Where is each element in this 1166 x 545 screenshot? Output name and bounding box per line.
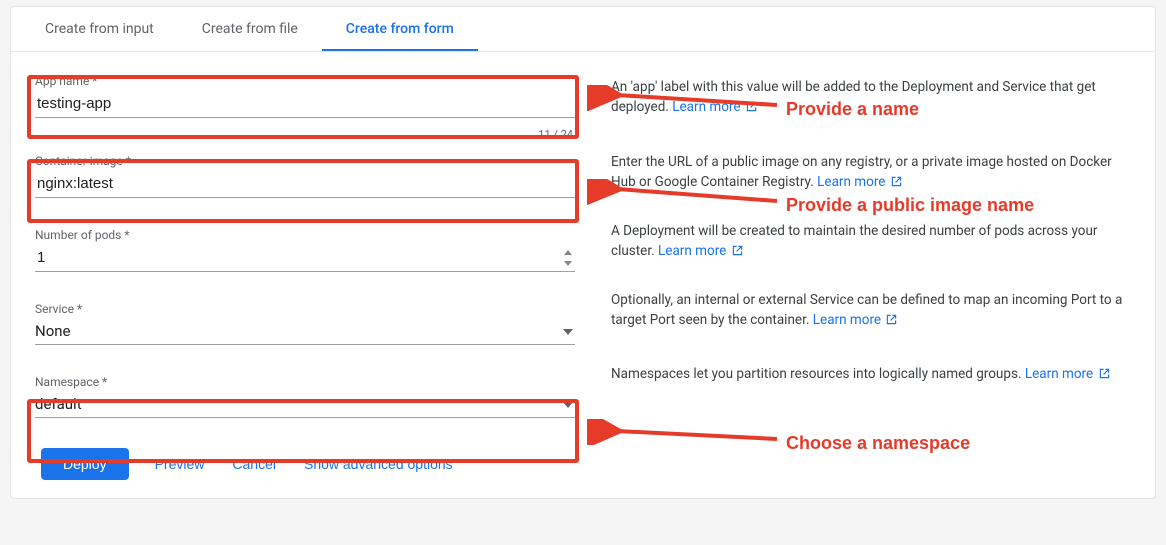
- create-tabs: Create from input Create from file Creat…: [11, 7, 1155, 52]
- cancel-button[interactable]: Cancel: [230, 450, 278, 478]
- help-namespace: Namespaces let you partition resources i…: [611, 365, 1131, 399]
- show-advanced-button[interactable]: Show advanced options: [302, 450, 455, 478]
- container-image-input[interactable]: [35, 174, 575, 193]
- help-app-name: An 'app' label with this value will be a…: [611, 78, 1131, 117]
- form-column: App name * 11 / 24 Container image * Num…: [35, 74, 575, 480]
- tab-create-from-input[interactable]: Create from input: [21, 7, 178, 51]
- learn-more-link[interactable]: Learn more: [813, 312, 881, 328]
- container-image-field: Container image *: [35, 154, 575, 198]
- namespace-select[interactable]: default: [35, 391, 575, 418]
- preview-button[interactable]: Preview: [153, 450, 207, 478]
- create-resource-panel: Create from input Create from file Creat…: [10, 6, 1156, 499]
- external-link-icon: [746, 99, 757, 110]
- learn-more-link[interactable]: Learn more: [1025, 366, 1093, 382]
- service-select[interactable]: None: [35, 318, 575, 345]
- namespace-field: Namespace * default: [35, 375, 575, 418]
- namespace-value: default: [35, 395, 563, 413]
- external-link-icon: [1099, 366, 1110, 377]
- help-service: Optionally, an internal or external Serv…: [611, 291, 1131, 330]
- external-link-icon: [891, 174, 902, 185]
- chevron-down-icon: [563, 323, 573, 339]
- app-name-field: App name * 11 / 24: [35, 74, 575, 118]
- pods-input[interactable]: [35, 248, 563, 267]
- help-pods: A Deployment will be created to maintain…: [611, 222, 1131, 261]
- help-container-image: Enter the URL of a public image on any r…: [611, 153, 1131, 192]
- app-name-input[interactable]: [35, 94, 575, 113]
- help-namespace-text: Namespaces let you partition resources i…: [611, 366, 1021, 382]
- chevron-down-icon: [563, 396, 573, 412]
- pods-label: Number of pods *: [35, 228, 575, 242]
- learn-more-link[interactable]: Learn more: [658, 243, 726, 259]
- container-image-label: Container image *: [35, 154, 575, 168]
- learn-more-link[interactable]: Learn more: [672, 99, 740, 115]
- pods-field: Number of pods *: [35, 228, 575, 272]
- namespace-label: Namespace *: [35, 375, 575, 389]
- help-column: An 'app' label with this value will be a…: [575, 74, 1131, 480]
- tab-create-from-file[interactable]: Create from file: [178, 7, 322, 51]
- stepper-icon[interactable]: [563, 250, 573, 266]
- external-link-icon: [732, 243, 743, 254]
- deploy-button[interactable]: Deploy: [41, 448, 129, 480]
- app-name-counter: 11 / 24: [538, 128, 573, 141]
- external-link-icon: [886, 312, 897, 323]
- app-name-label: App name *: [35, 74, 575, 88]
- tab-create-from-form[interactable]: Create from form: [322, 7, 478, 51]
- service-value: None: [35, 322, 563, 340]
- form-actions: Deploy Preview Cancel Show advanced opti…: [35, 440, 575, 480]
- learn-more-link[interactable]: Learn more: [817, 174, 885, 190]
- service-field: Service * None: [35, 302, 575, 345]
- service-label: Service *: [35, 302, 575, 316]
